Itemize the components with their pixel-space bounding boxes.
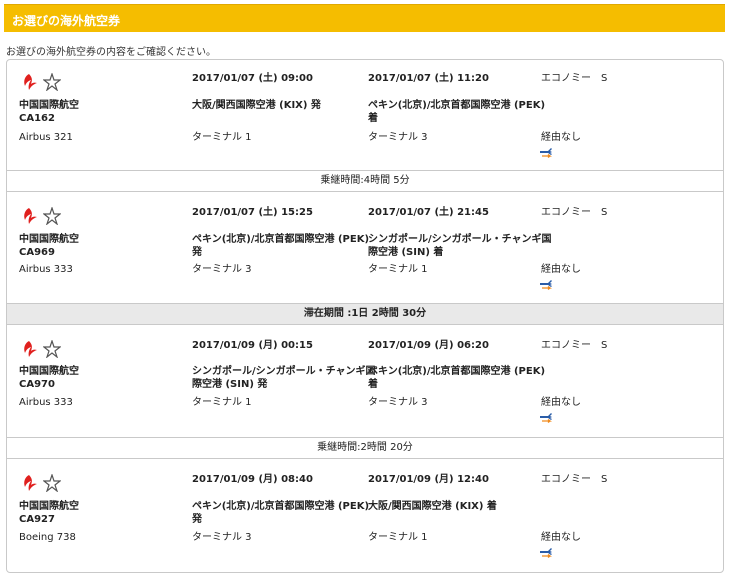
arrival-time: 2017/01/09 (月) 12:40 (368, 474, 489, 485)
arrival-airport-cont: 際空港 (SIN) 着 (368, 247, 444, 258)
itinerary-panel: 中国国際航空 CA162 Airbus 321 2017/01/07 (土) 0… (6, 59, 724, 573)
stops-info: 経由なし (541, 397, 581, 408)
arrival-airport: 大阪/関西国際空港 (KIX) 着 (368, 501, 497, 512)
departure-terminal: ターミナル 3 (192, 264, 252, 275)
stops-info: 経由なし (541, 132, 581, 143)
departure-time: 2017/01/07 (土) 09:00 (192, 73, 313, 84)
departure-airport: ペキン(北京)/北京首都国際空港 (PEK) (192, 501, 370, 512)
arrival-terminal: ターミナル 1 (368, 264, 428, 275)
departure-terminal: ターミナル 1 (192, 132, 252, 143)
page-subtitle: お選びの海外航空券の内容をご確認ください。 (6, 47, 216, 58)
connection-separator: 乗継時間:2時間 20分 (7, 437, 723, 459)
stay-duration-separator: 滞在期間 :1日 2時間 30分 (7, 303, 723, 325)
airline-name: 中国国際航空 (19, 234, 79, 245)
page-header: お選びの海外航空券 (4, 4, 725, 32)
cabin-class: エコノミー S (541, 474, 608, 485)
departure-airport-cont: 発 (192, 247, 202, 258)
plane-transfer-icon[interactable] (539, 412, 553, 424)
arrival-airport-cont: 着 (368, 379, 378, 390)
departure-time: 2017/01/07 (土) 15:25 (192, 207, 313, 218)
arrival-airport-cont: 着 (368, 113, 378, 124)
air-china-logo-icon (24, 341, 37, 357)
arrival-time: 2017/01/07 (土) 11:20 (368, 73, 489, 84)
departure-terminal: ターミナル 1 (192, 397, 252, 408)
departure-time: 2017/01/09 (月) 00:15 (192, 340, 313, 351)
flight-number: CA970 (19, 379, 55, 390)
flight-segment: 中国国際航空 CA927 Boeing 738 2017/01/09 (月) 0… (7, 459, 723, 571)
star-alliance-icon (43, 474, 61, 492)
air-china-logo-icon (24, 475, 37, 491)
airline-name: 中国国際航空 (19, 100, 79, 111)
arrival-airport: ペキン(北京)/北京首都国際空港 (PEK) (368, 100, 546, 111)
departure-airport-cont: 際空港 (SIN) 発 (192, 379, 268, 390)
flight-segment: 中国国際航空 CA970 Airbus 333 2017/01/09 (月) 0… (7, 325, 723, 435)
departure-airport: 大阪/関西国際空港 (KIX) 発 (192, 100, 321, 111)
cabin-class: エコノミー S (541, 73, 608, 84)
arrival-airport: シンガポール/シンガポール・チャンギ国 (368, 234, 552, 245)
plane-transfer-icon[interactable] (539, 547, 553, 559)
departure-airport-cont: 発 (192, 514, 202, 525)
stops-info: 経由なし (541, 264, 581, 275)
plane-transfer-icon[interactable] (539, 147, 553, 159)
arrival-terminal: ターミナル 1 (368, 532, 428, 543)
flight-segment: 中国国際航空 CA969 Airbus 333 2017/01/07 (土) 1… (7, 192, 723, 302)
cabin-class: エコノミー S (541, 340, 608, 351)
departure-terminal: ターミナル 3 (192, 532, 252, 543)
flight-segment: 中国国際航空 CA162 Airbus 321 2017/01/07 (土) 0… (7, 60, 723, 170)
aircraft-type: Boeing 738 (19, 532, 76, 543)
star-alliance-icon (43, 207, 61, 225)
aircraft-type: Airbus 321 (19, 132, 73, 143)
arrival-airport: ペキン(北京)/北京首都国際空港 (PEK) (368, 366, 546, 377)
airline-name: 中国国際航空 (19, 366, 79, 377)
stops-info: 経由なし (541, 532, 581, 543)
air-china-logo-icon (24, 74, 37, 90)
arrival-time: 2017/01/07 (土) 21:45 (368, 207, 489, 218)
departure-airport: シンガポール/シンガポール・チャンギ国 (192, 366, 376, 377)
flight-number: CA927 (19, 514, 55, 525)
aircraft-type: Airbus 333 (19, 264, 73, 275)
departure-airport: ペキン(北京)/北京首都国際空港 (PEK) (192, 234, 370, 245)
star-alliance-icon (43, 340, 61, 358)
departure-time: 2017/01/09 (月) 08:40 (192, 474, 313, 485)
aircraft-type: Airbus 333 (19, 397, 73, 408)
connection-separator: 乗継時間:4時間 5分 (7, 170, 723, 192)
flight-number: CA969 (19, 247, 55, 258)
plane-transfer-icon[interactable] (539, 279, 553, 291)
star-alliance-icon (43, 73, 61, 91)
arrival-terminal: ターミナル 3 (368, 132, 428, 143)
arrival-terminal: ターミナル 3 (368, 397, 428, 408)
air-china-logo-icon (24, 208, 37, 224)
airline-name: 中国国際航空 (19, 501, 79, 512)
flight-number: CA162 (19, 113, 55, 124)
arrival-time: 2017/01/09 (月) 06:20 (368, 340, 489, 351)
cabin-class: エコノミー S (541, 207, 608, 218)
page-title: お選びの海外航空券 (12, 14, 121, 28)
